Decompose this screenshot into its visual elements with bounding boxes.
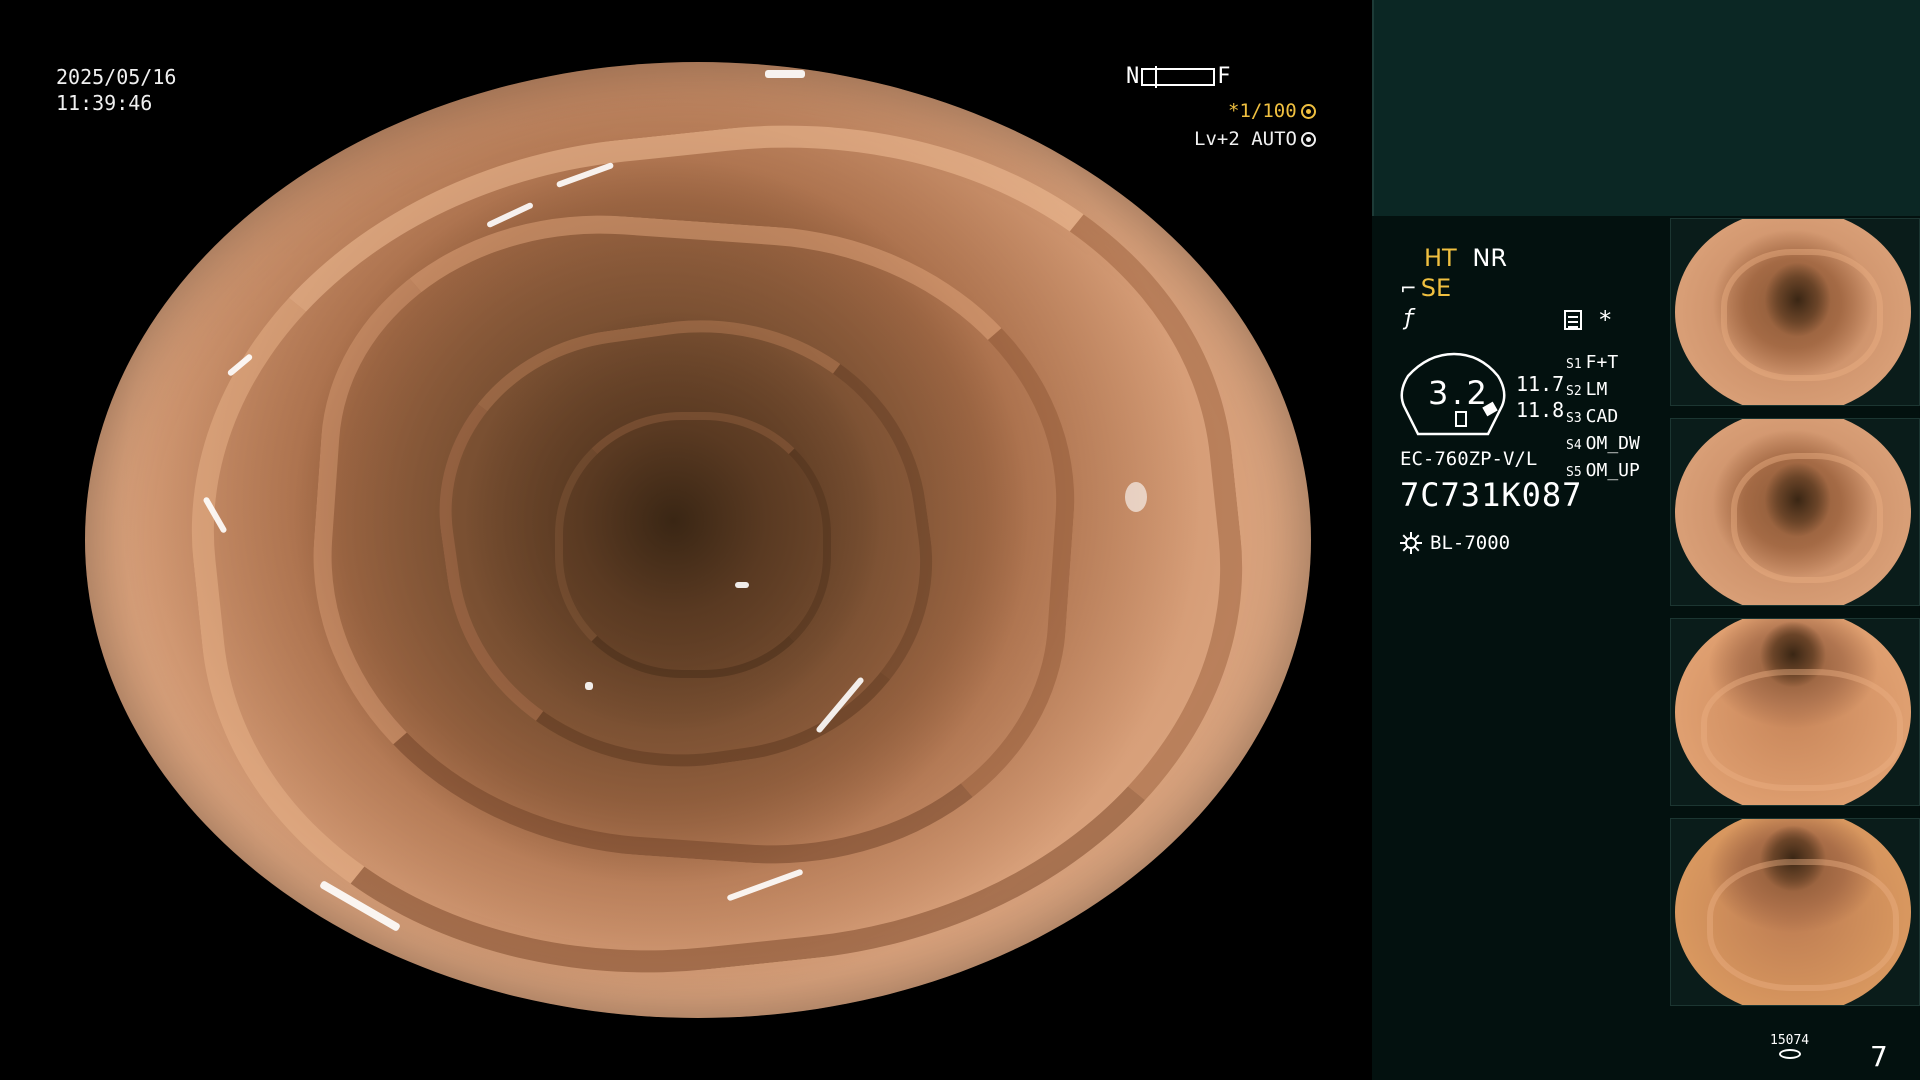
focus-near-label: N: [1126, 64, 1140, 89]
enhancement-row: ⌐ SE: [1400, 274, 1451, 302]
scope-model: EC-760ZP-V/L: [1400, 448, 1538, 470]
setting-row: S2 LM: [1566, 379, 1608, 400]
nr-label: NR: [1472, 244, 1507, 272]
focus-far-label: F: [1217, 64, 1231, 89]
specular-highlight: [735, 582, 749, 588]
setting-row: S4 OM_DW: [1566, 433, 1640, 454]
star-marker: *: [1598, 306, 1613, 334]
lumen: [555, 412, 831, 678]
setting-row: S3 CAD: [1566, 406, 1619, 427]
gauge-reading-2: 11.8: [1516, 398, 1565, 422]
iris-text: Lv+2 AUTO: [1194, 128, 1297, 150]
scope-switch-settings: S1 F+T S2 LM S3 CAD S4 OM_DW S5 OM_UP: [1566, 350, 1640, 485]
gauge-marker: [1455, 411, 1467, 427]
scope-serial: 7C731K087: [1400, 476, 1583, 514]
iris-icon: [1300, 131, 1316, 147]
light-source: BL-7000: [1400, 532, 1510, 554]
memo-icon: [1564, 310, 1582, 330]
captured-image-thumbnail[interactable]: [1670, 218, 1920, 406]
zoom-value: 3.2: [1428, 374, 1491, 412]
captured-image-thumbnail[interactable]: [1670, 618, 1920, 806]
setting-row: S1 F+T: [1566, 352, 1619, 373]
panel-header-block: [1372, 0, 1920, 216]
date-text: 2025/05/16: [56, 65, 177, 89]
datetime-readout: 2025/05/16 11:39:46: [56, 64, 176, 116]
ht-label: HT: [1424, 244, 1457, 272]
view-mask-top: [0, 0, 1372, 62]
endoscopic-image: [85, 62, 1311, 1018]
focus-indicator: N F: [1126, 64, 1231, 89]
endoscope-live-view: 2025/05/16 11:39:46 N F *1/100 Lv+2 AUTO: [0, 0, 1372, 1080]
specular-highlight: [585, 682, 593, 690]
specular-highlight: [765, 70, 805, 78]
tone-curve-icon: ƒ: [1402, 306, 1416, 331]
specular-highlight: [1125, 482, 1147, 512]
storage-counter: 15074: [1770, 1034, 1809, 1059]
captured-image-thumbnail[interactable]: [1670, 418, 1920, 606]
captured-image-thumbnail[interactable]: [1670, 818, 1920, 1006]
time-text: 11:39:46: [56, 91, 153, 115]
counter-text: 15074: [1770, 1033, 1810, 1048]
light-source-label: BL-7000: [1430, 532, 1511, 554]
image-mode-row: HT NR: [1424, 244, 1507, 272]
light-source-icon: [1400, 532, 1422, 554]
enhance-icon: ⌐: [1400, 276, 1417, 300]
storage-icon: [1778, 1049, 1801, 1059]
aperture-icon: [1300, 103, 1316, 119]
focus-bar: [1141, 65, 1216, 88]
view-mask-bottom: [0, 1018, 1372, 1080]
shutter-speed: *1/100: [1228, 100, 1316, 122]
gauge-reading-1: 11.7: [1516, 372, 1565, 396]
se-label: SE: [1420, 274, 1452, 302]
iris-level: Lv+2 AUTO: [1194, 128, 1316, 150]
shutter-text: *1/100: [1228, 100, 1297, 122]
page-number: 7: [1870, 1040, 1888, 1073]
